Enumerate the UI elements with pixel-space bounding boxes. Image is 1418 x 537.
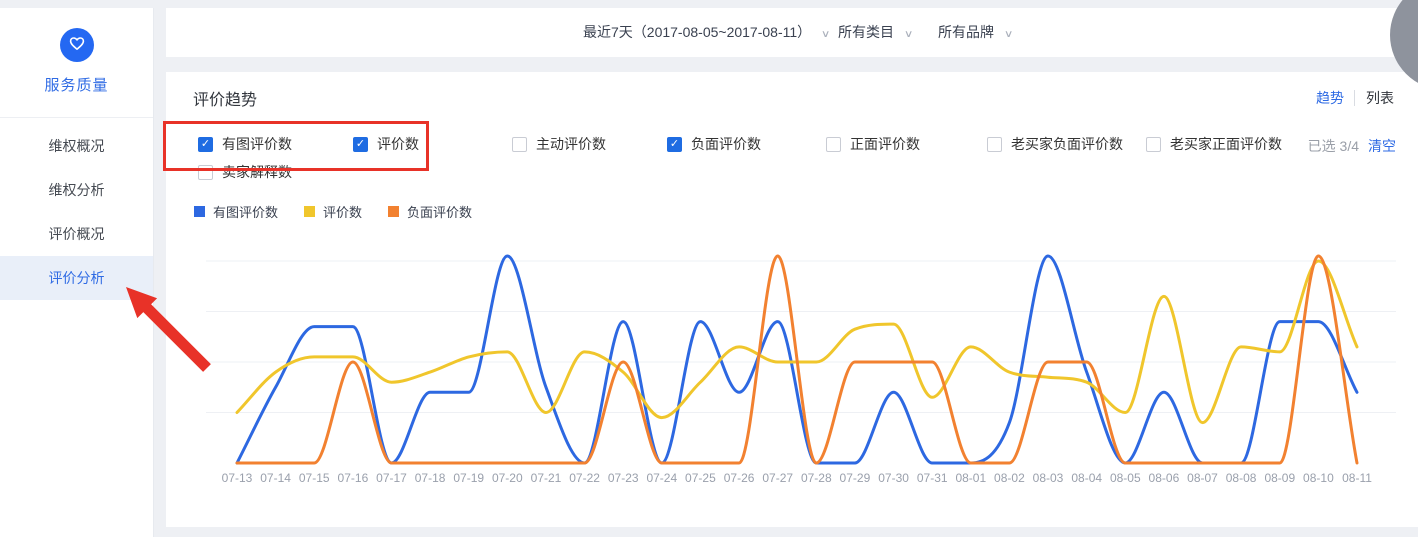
- x-axis-label: 08-07: [1187, 471, 1218, 485]
- metric-checkbox-item[interactable]: 老买家正面评价数: [1146, 136, 1282, 152]
- legend-swatch: [388, 206, 399, 217]
- chart-legend: 有图评价数 评价数 负面评价数: [194, 202, 472, 221]
- legend-label: 有图评价数: [213, 202, 278, 221]
- x-axis-label: 07-29: [840, 471, 871, 485]
- metric-checkbox-item[interactable]: 老买家负面评价数: [987, 136, 1123, 152]
- metric-label: 有图评价数: [222, 134, 292, 154]
- checkbox-checked-icon[interactable]: ✓: [667, 137, 682, 152]
- view-toggle: 趋势列表: [1316, 88, 1394, 108]
- x-axis-label: 07-27: [762, 471, 793, 485]
- x-axis-label: 08-09: [1264, 471, 1295, 485]
- metric-label: 主动评价数: [536, 134, 606, 154]
- x-axis-label: 07-28: [801, 471, 832, 485]
- metric-label: 老买家负面评价数: [1011, 134, 1123, 154]
- trend-chart[interactable]: 07-13 07-14 07-15 07-16 07-17 07-18 07-19 07-20…: [166, 230, 1418, 530]
- filter-bar: 最近7天（2017-08-05~2017-08-11） ∨ 所有类目 ∨ 所有品…: [166, 8, 1418, 57]
- x-axis-label: 07-21: [531, 471, 562, 485]
- selected-count-label: 已选 3/4: [1308, 138, 1359, 154]
- legend-label: 负面评价数: [407, 202, 472, 221]
- metric-label: 正面评价数: [850, 134, 920, 154]
- x-axis-label: 08-11: [1342, 471, 1372, 485]
- x-axis-label: 07-24: [646, 471, 677, 485]
- selected-count: 已选 3/4 清空: [1308, 136, 1396, 156]
- trend-card: 评价趋势 趋势列表 已选 3/4清空 有图评价数评价数负面评价数 07-1307…: [166, 72, 1418, 527]
- x-axis-label: 07-15: [299, 471, 330, 485]
- metric-checkbox-item[interactable]: ✓ 评价数: [353, 136, 419, 152]
- x-axis-label: 08-05: [1110, 471, 1141, 485]
- x-axis-label: 07-16: [338, 471, 369, 485]
- x-axis-label: 08-03: [1033, 471, 1064, 485]
- x-axis-label: 07-14: [260, 471, 291, 485]
- legend-label: 评价数: [323, 202, 362, 221]
- checkbox-unchecked-icon[interactable]: [1146, 137, 1161, 152]
- date-range-dropdown[interactable]: 最近7天（2017-08-05~2017-08-11） ∨: [583, 8, 829, 57]
- category-dropdown[interactable]: 所有类目 ∨: [838, 8, 912, 57]
- x-axis-label: 07-20: [492, 471, 523, 485]
- tab-list[interactable]: 列表: [1354, 90, 1394, 106]
- brand-dropdown[interactable]: 所有品牌 ∨: [938, 8, 1012, 57]
- x-axis-label: 08-01: [955, 471, 986, 485]
- metric-label: 卖家解释数: [222, 162, 292, 182]
- chevron-down-icon: ∨: [821, 10, 831, 59]
- metric-checkbox-item[interactable]: ✓ 负面评价数: [667, 136, 761, 152]
- sidebar-item-0[interactable]: 维权概况: [0, 124, 153, 168]
- legend-swatch: [304, 206, 315, 217]
- x-axis-label: 07-23: [608, 471, 639, 485]
- checkbox-unchecked-icon[interactable]: [987, 137, 1002, 152]
- metric-label: 老买家正面评价数: [1170, 134, 1282, 154]
- card-title: 评价趋势: [193, 86, 257, 110]
- tab-trend[interactable]: 趋势: [1316, 90, 1354, 106]
- x-axis-label: 07-13: [222, 471, 253, 485]
- legend-item[interactable]: 负面评价数: [388, 202, 472, 221]
- app-title: 服务质量: [0, 74, 153, 95]
- series-line: [237, 256, 1357, 463]
- sidebar: 服务质量 维权概况维权分析评价概况评价分析: [0, 8, 154, 537]
- x-axis-label: 07-31: [917, 471, 948, 485]
- x-axis-label: 07-19: [453, 471, 484, 485]
- legend-swatch: [194, 206, 205, 217]
- clear-selection-link[interactable]: 清空: [1368, 138, 1396, 154]
- metric-checkbox-item[interactable]: ✓ 有图评价数: [198, 136, 292, 152]
- metric-checkbox-item[interactable]: 主动评价数: [512, 136, 606, 152]
- x-axis-label: 07-22: [569, 471, 600, 485]
- date-range-label: 最近7天（2017-08-05~2017-08-11）: [583, 24, 811, 40]
- brand-label: 所有品牌: [938, 24, 994, 40]
- sidebar-header: 服务质量: [0, 8, 153, 118]
- chevron-down-icon: ∨: [904, 10, 914, 59]
- metric-checkbox-item[interactable]: 卖家解释数: [198, 164, 292, 180]
- sidebar-item-2[interactable]: 评价概况: [0, 212, 153, 256]
- checkbox-checked-icon[interactable]: ✓: [353, 137, 368, 152]
- x-axis-label: 08-04: [1071, 471, 1102, 485]
- x-axis-label: 08-08: [1226, 471, 1257, 485]
- heart-icon: [68, 35, 86, 56]
- x-axis-label: 08-10: [1303, 471, 1334, 485]
- x-axis-label: 07-17: [376, 471, 407, 485]
- metric-label: 负面评价数: [691, 134, 761, 154]
- sidebar-nav: 维权概况维权分析评价概况评价分析: [0, 124, 153, 300]
- checkbox-checked-icon[interactable]: ✓: [198, 137, 213, 152]
- metric-label: 评价数: [377, 134, 419, 154]
- x-axis-label: 08-06: [1149, 471, 1180, 485]
- x-axis-label: 07-30: [878, 471, 909, 485]
- sidebar-item-1[interactable]: 维权分析: [0, 168, 153, 212]
- checkbox-unchecked-icon[interactable]: [512, 137, 527, 152]
- x-axis-label: 07-18: [415, 471, 446, 485]
- checkbox-unchecked-icon[interactable]: [198, 165, 213, 180]
- service-quality-badge: [60, 28, 94, 62]
- x-axis-label: 08-02: [994, 471, 1025, 485]
- category-label: 所有类目: [838, 24, 894, 40]
- checkbox-unchecked-icon[interactable]: [826, 137, 841, 152]
- x-axis-label: 07-26: [724, 471, 755, 485]
- legend-item[interactable]: 有图评价数: [194, 202, 278, 221]
- sidebar-item-3[interactable]: 评价分析: [0, 256, 153, 300]
- metric-checkbox-item[interactable]: 正面评价数: [826, 136, 920, 152]
- legend-item[interactable]: 评价数: [304, 202, 362, 221]
- x-axis-label: 07-25: [685, 471, 716, 485]
- chevron-down-icon: ∨: [1004, 10, 1014, 59]
